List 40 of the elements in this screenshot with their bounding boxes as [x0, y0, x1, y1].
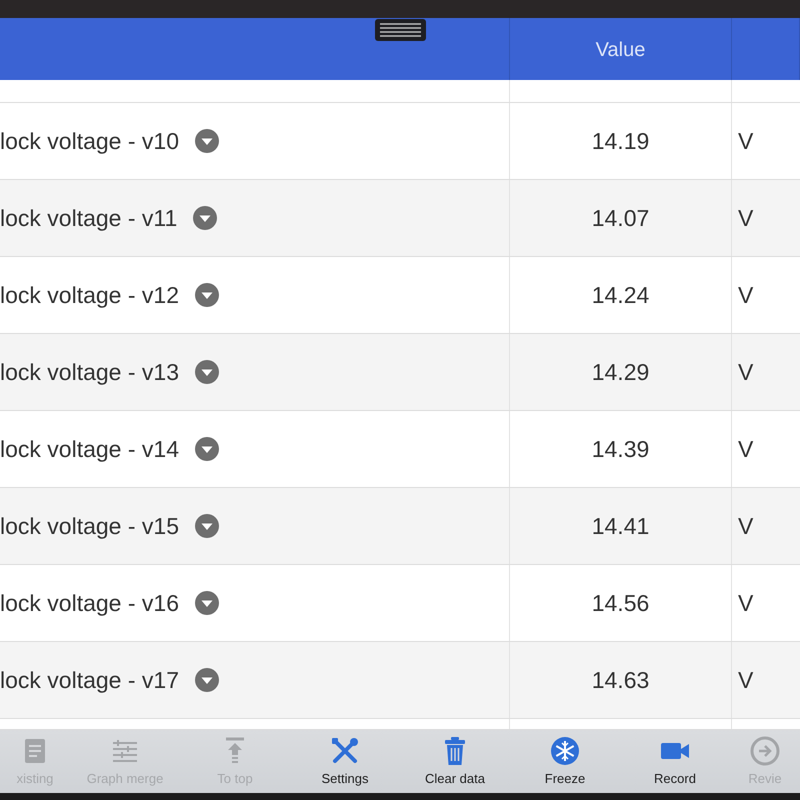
unit-text: V — [738, 666, 754, 694]
drag-handle-icon[interactable] — [375, 19, 426, 41]
dropdown-icon[interactable] — [194, 283, 219, 307]
unit-text: V — [738, 590, 754, 616]
unit-text: V — [738, 436, 754, 462]
value-text: 14.41 — [592, 512, 650, 540]
toolbar-button[interactable]: Settings — [290, 730, 400, 793]
column-header: Value — [596, 38, 646, 62]
parameter-name: lock voltage - v13 — [0, 358, 179, 386]
parameter-name: lock voltage - v15 — [0, 512, 179, 540]
dropdown-icon[interactable] — [194, 591, 219, 615]
value-text: 14.39 — [592, 436, 650, 462]
dropdown-icon[interactable] — [194, 668, 219, 692]
value-text: 14.56 — [592, 590, 650, 616]
parameter-name: lock voltage - v12 — [0, 282, 179, 308]
parameter-name: lock voltage - v14 — [0, 436, 179, 462]
value-text: 14.19 — [592, 128, 650, 154]
unit-text: V — [738, 128, 754, 154]
unit-text: V — [738, 512, 754, 540]
value-text: 14.29 — [592, 358, 650, 386]
unit-text: V — [738, 358, 754, 386]
parameter-name: lock voltage - v16 — [0, 590, 179, 616]
tools-icon — [330, 736, 360, 766]
dropdown-icon[interactable] — [194, 129, 219, 153]
toolbar-button[interactable]: Record — [620, 730, 730, 793]
value-text: 14.24 — [592, 282, 650, 308]
snowflake-icon — [550, 736, 580, 766]
dropdown-icon[interactable] — [194, 437, 219, 461]
unit-text: V — [738, 282, 754, 308]
toolbar-button[interactable]: Freeze — [510, 730, 620, 793]
dropdown-icon[interactable] — [194, 360, 219, 384]
parameter-name: lock voltage - v10 — [0, 128, 179, 154]
parameter-name: lock voltage - v11 — [0, 204, 178, 232]
value-text: 14.63 — [592, 666, 650, 694]
unit-text: V — [738, 204, 754, 232]
toolbar-button[interactable]: Clear data — [400, 730, 510, 793]
parameter-name: lock voltage - v17 — [0, 666, 179, 694]
value-text: 14.07 — [592, 204, 650, 232]
dropdown-icon[interactable] — [193, 206, 218, 230]
dropdown-icon[interactable] — [194, 514, 219, 538]
